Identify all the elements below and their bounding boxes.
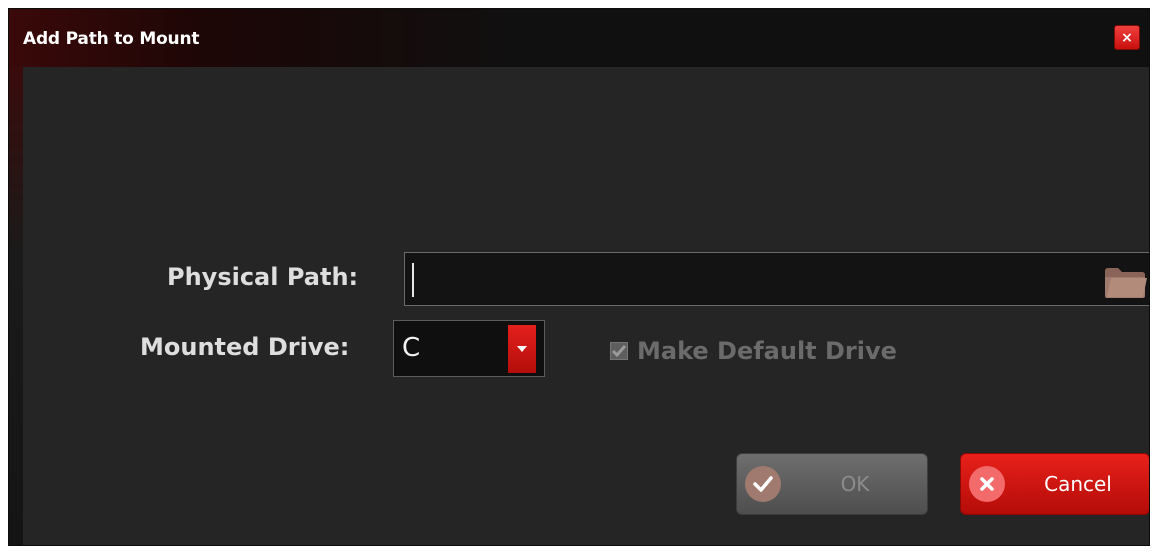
close-button[interactable]: × xyxy=(1114,25,1140,50)
make-default-drive-checkbox xyxy=(610,342,628,360)
title-bar[interactable]: Add Path to Mount × xyxy=(9,9,1149,67)
physical-path-label: Physical Path: xyxy=(167,263,359,291)
caret-down-icon xyxy=(517,346,527,352)
close-icon: × xyxy=(1121,29,1133,46)
x-icon xyxy=(969,466,1005,502)
physical-path-input[interactable] xyxy=(409,257,1103,303)
ok-button-label: OK xyxy=(840,472,870,496)
add-path-dialog: Add Path to Mount × Physical Path: Mount… xyxy=(8,8,1150,546)
make-default-drive-label: Make Default Drive xyxy=(637,337,897,365)
checkmark-icon xyxy=(611,345,627,358)
ok-button[interactable]: OK xyxy=(736,453,928,515)
dropdown-button[interactable] xyxy=(508,325,536,373)
dialog-title: Add Path to Mount xyxy=(23,29,200,49)
make-default-drive-option: Make Default Drive xyxy=(610,337,897,365)
mounted-drive-value: C xyxy=(402,333,421,363)
dialog-body: Physical Path: Mounted Drive: C Make Def… xyxy=(23,67,1149,545)
check-icon xyxy=(745,466,781,502)
physical-path-field[interactable] xyxy=(404,252,1149,306)
cancel-button[interactable]: Cancel xyxy=(960,453,1149,515)
cancel-button-label: Cancel xyxy=(1044,472,1112,496)
mounted-drive-select[interactable]: C xyxy=(393,320,545,377)
folder-icon[interactable] xyxy=(1103,265,1147,299)
mounted-drive-label: Mounted Drive: xyxy=(140,333,350,361)
